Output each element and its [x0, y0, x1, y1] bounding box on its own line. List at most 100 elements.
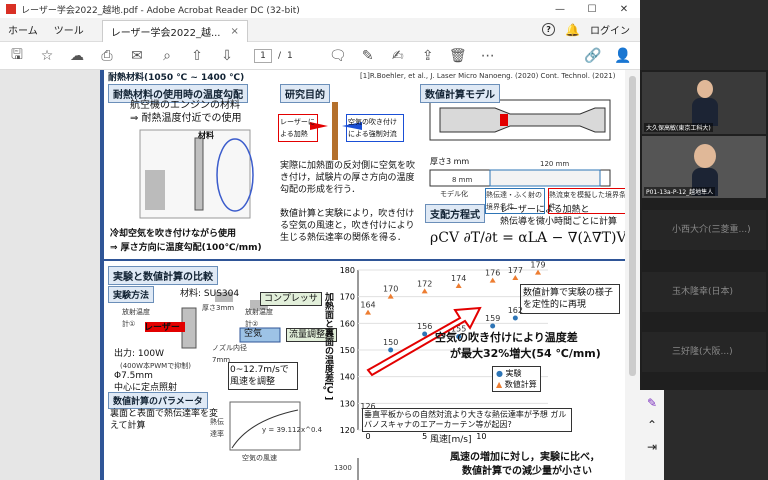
- laser-heat-label: レーザーによる加熱: [278, 114, 318, 142]
- experiment-point: [422, 331, 428, 337]
- chart-ytick-label: 160: [340, 319, 355, 328]
- data-label: 177: [508, 266, 523, 275]
- chart-legend: ● 実験 ▲ 数値計算: [492, 366, 541, 392]
- chart-ytick-label: 150: [340, 346, 355, 355]
- chart-xlabel: 風速[m/s]: [430, 435, 472, 445]
- wind-speed-note: 0~12.7m/sで風速を調整: [228, 362, 298, 390]
- scrollbar-thumb[interactable]: [629, 76, 636, 376]
- next-icon[interactable]: ⇥: [647, 440, 657, 454]
- bookmark-star-icon[interactable]: ☆: [38, 48, 56, 64]
- video-tile-4[interactable]: 玉木隆幸(日本): [642, 272, 766, 312]
- email-icon[interactable]: ✉: [128, 48, 146, 64]
- experiment-point: [512, 315, 518, 321]
- video-panel: 大久保高敏(東京工科大) P01-13a-P-12_越地隼人 小西大介(三菱重.…: [640, 70, 768, 390]
- sec1-line1: 航空機のエンジンの材料: [130, 100, 240, 111]
- upload-cloud-icon[interactable]: ☁: [68, 48, 86, 64]
- link-icon[interactable]: 🔗: [584, 48, 602, 64]
- data-label: 150: [383, 338, 398, 347]
- document-tab-label: レーザー学会2022_越...: [110, 27, 221, 39]
- acrobat-icon: [6, 4, 16, 14]
- data-label: 174: [451, 274, 466, 283]
- big-red-line-2: が最大32%増大(54 ℃/mm): [450, 347, 601, 360]
- window-title: レーザー学会2022_越地.pdf - Adobe Acrobat Reader…: [21, 5, 300, 16]
- chart-ytick-label: 120: [340, 426, 355, 435]
- diameter-bullet: Φ7.5mm: [114, 371, 153, 381]
- collapse-icon[interactable]: ⌃: [647, 418, 657, 432]
- page-number-input[interactable]: 1: [254, 48, 272, 63]
- sec1-bottom2: ⇒ 厚さ方向に温度勾配(100℃/mm): [110, 243, 262, 253]
- thickness-label: 厚さ3 mm: [430, 157, 470, 166]
- page-indicator: 1 / 1: [254, 48, 293, 63]
- gov-text-2: 熱伝導を微小時間ごとに計算: [500, 217, 618, 227]
- sec1-line2: ⇒ 耐熱温度付近での使用: [130, 113, 242, 124]
- sec1-bottom1: 冷却空気を吹き付けながら使用: [110, 229, 237, 239]
- help-icon[interactable]: ?: [542, 23, 556, 36]
- comment-icon[interactable]: 🗨: [329, 48, 347, 64]
- top-note: 耐熱材料(1050 ℃ ~ 1400 ℃): [108, 73, 245, 83]
- data-label: 172: [417, 279, 432, 288]
- menu-tools[interactable]: ツール: [46, 22, 92, 37]
- thickness-3mm: 厚さ3mm: [202, 304, 235, 312]
- minimize-button[interactable]: —: [544, 4, 576, 15]
- participant-name-3: 小西大介(三菱重...): [672, 225, 751, 235]
- participant-name-4: 玉木隆幸(日本): [672, 287, 734, 297]
- close-button[interactable]: ✕: [608, 4, 640, 15]
- data-label: 170: [383, 285, 398, 294]
- save-icon[interactable]: 🖫: [8, 44, 26, 68]
- title-bar: レーザー学会2022_越地.pdf - Adobe Acrobat Reader…: [0, 0, 640, 18]
- thermometer-2: 放射温度計②: [245, 308, 273, 328]
- highlight-pen-icon[interactable]: ✎: [359, 48, 377, 64]
- purpose-bullet-2: 数値計算と実験により，吹き付ける空気の風速と，吹き付けにより生じる熱伝達率の関係…: [280, 209, 415, 243]
- gov-text-1: レーザーによる加熱と: [500, 205, 590, 215]
- sign-icon[interactable]: ✍: [389, 48, 407, 64]
- small-chart-ylabel: 熱伝達率: [210, 418, 224, 438]
- air-label: 空気: [244, 329, 263, 339]
- delete-icon[interactable]: 🗑: [449, 48, 467, 64]
- document-scrollbar[interactable]: [625, 70, 640, 480]
- dim-8: 8 mm: [452, 176, 473, 184]
- document-tab[interactable]: レーザー学会2022_越... ×: [101, 19, 248, 42]
- chart-xtick-label: 0: [365, 432, 370, 441]
- video-tile-3[interactable]: 小西大介(三菱重...): [642, 210, 766, 250]
- section-header-model: 数値計算モデル: [420, 84, 500, 103]
- participant-name-2: P01-13a-P-12_越地隼人: [644, 187, 716, 196]
- video-tile-5[interactable]: 三好隆(大阪...): [642, 332, 766, 372]
- param-header: 数値計算のパラメータ: [108, 392, 208, 409]
- page-down-icon[interactable]: ⇩: [218, 48, 236, 64]
- legend-calc: 数値計算: [504, 380, 537, 389]
- bottom-red-2: 数値計算での減少量が小さい: [462, 466, 592, 477]
- maximize-button[interactable]: ☐: [576, 4, 608, 15]
- video-tile-1[interactable]: 大久保高敏(東京工科大): [642, 72, 766, 134]
- governing-equation: ρCV ∂T/∂t = αLA − ∇(λ∇T)V: [430, 230, 627, 246]
- video-tile-2[interactable]: P01-13a-P-12_越地隼人: [642, 136, 766, 198]
- menu-bar: ホーム ツール レーザー学会2022_越... × ? 🔔 ログイン: [0, 18, 640, 42]
- edit-pen-icon[interactable]: ✎: [647, 396, 657, 410]
- bottom-red-1: 風速の増加に対し，実験に比べ，: [450, 452, 600, 463]
- print-icon[interactable]: ⎙: [98, 48, 116, 64]
- chart-note: 数値計算で実験の様子を定性的に再現: [520, 284, 620, 314]
- add-user-icon[interactable]: 👤: [614, 48, 632, 64]
- login-button[interactable]: ログイン: [590, 22, 630, 37]
- page-up-icon[interactable]: ⇧: [188, 48, 206, 64]
- page-separator: /: [278, 50, 282, 61]
- pdf-slide: 120 130 140 150 160 170 180 0 5 10 126 150 156 155 15…: [100, 70, 630, 480]
- chart-xtick-label: 5: [422, 432, 427, 441]
- references: [1]R.Boehler, et al., J. Laser Micro Nan…: [360, 72, 616, 80]
- param-text: 裏面と表面で熱伝達率を変えて計算: [110, 409, 219, 431]
- data-label: 179: [530, 261, 545, 270]
- document-area: 120 130 140 150 160 170 180 0 5 10 126 150 156 155 15…: [0, 70, 640, 480]
- zoom-search-icon[interactable]: ⌕: [158, 48, 176, 64]
- experiment-point: [388, 347, 394, 353]
- compressor-box: コンプレッサ: [260, 292, 322, 306]
- menu-home[interactable]: ホーム: [0, 22, 46, 37]
- chart-ytick-label: 180: [340, 266, 355, 275]
- tab-close-button[interactable]: ×: [231, 26, 239, 37]
- lower-chart-tick: 1300: [334, 464, 352, 472]
- side-tools: ✎ ⌃ ⇥: [640, 390, 664, 480]
- share-icon[interactable]: ⇪: [419, 48, 437, 64]
- more-icon[interactable]: ⋯: [479, 48, 497, 64]
- method-header: 実験方法: [108, 286, 155, 303]
- data-label: 159: [485, 314, 500, 323]
- bell-icon[interactable]: 🔔: [565, 23, 580, 37]
- participant-name-5: 三好隆(大阪...): [672, 347, 733, 357]
